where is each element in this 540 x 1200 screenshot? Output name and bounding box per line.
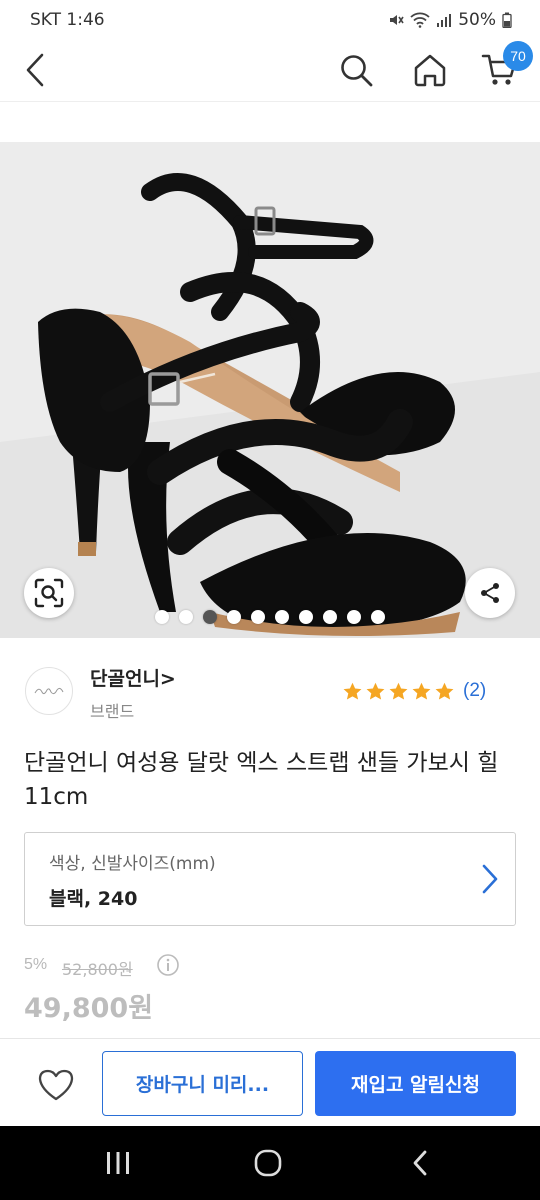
back-chevron-icon xyxy=(413,1150,427,1176)
carousel-dot-active[interactable] xyxy=(203,610,217,624)
brand-name-link[interactable]: 단골언니> xyxy=(90,664,176,691)
home-button[interactable] xyxy=(406,46,454,94)
system-home-button[interactable] xyxy=(238,1138,298,1188)
rating-summary[interactable]: (2) xyxy=(342,680,486,702)
recent-apps-button[interactable] xyxy=(88,1138,148,1188)
product-photo xyxy=(0,142,540,638)
brand-logo-mark xyxy=(34,687,64,695)
wifi-icon xyxy=(410,12,430,28)
recent-apps-icon xyxy=(107,1152,129,1174)
star-icon xyxy=(435,682,454,700)
rating-count: (2) xyxy=(463,680,487,701)
carousel-dot[interactable] xyxy=(251,610,265,624)
star-icon xyxy=(412,682,431,700)
add-to-cart-button[interactable]: 장바구니 미리... xyxy=(102,1051,303,1116)
bottom-action-bar: 장바구니 미리... 재입고 알림신청 xyxy=(0,1038,540,1126)
carousel-dot[interactable] xyxy=(323,610,337,624)
search-button[interactable] xyxy=(332,46,380,94)
carousel-dot[interactable] xyxy=(155,610,169,624)
status-icons: 50% xyxy=(388,10,512,30)
status-carrier-time: SKT 1:46 xyxy=(30,10,105,30)
option-label: 색상, 신발사이즈(mm) xyxy=(49,854,216,874)
system-nav-bar xyxy=(0,1126,540,1200)
battery-text: 50% xyxy=(458,10,496,30)
chevron-right-icon xyxy=(482,864,498,894)
brand-logo[interactable] xyxy=(25,667,73,715)
carousel-dot[interactable] xyxy=(227,610,241,624)
share-icon xyxy=(481,583,499,603)
carousel-dot[interactable] xyxy=(347,610,361,624)
brand-subtitle: 브랜드 xyxy=(90,702,135,721)
home-icon xyxy=(414,54,446,87)
sale-price: 49,800원 xyxy=(24,993,154,1024)
system-back-button[interactable] xyxy=(390,1138,450,1188)
restock-alert-button[interactable]: 재입고 알림신청 xyxy=(315,1051,516,1116)
home-circle-icon xyxy=(254,1149,282,1177)
carousel-dot[interactable] xyxy=(179,610,193,624)
original-price: 52,800원 xyxy=(62,960,133,979)
back-arrow-icon xyxy=(26,53,44,87)
back-button[interactable] xyxy=(12,46,60,94)
cart-count-badge: 70 xyxy=(503,41,533,71)
app-bar xyxy=(0,40,540,102)
mute-icon xyxy=(390,15,404,25)
star-icon xyxy=(343,682,362,700)
carousel-dot[interactable] xyxy=(371,610,385,624)
product-title: 단골언니 여성용 달랏 엑스 스트랩 샌들 가보시 힐 11cm xyxy=(24,750,499,810)
search-icon xyxy=(341,55,373,87)
product-image-carousel[interactable] xyxy=(0,142,540,638)
carousel-dot[interactable] xyxy=(275,610,289,624)
star-icon xyxy=(366,682,385,700)
signal-icon xyxy=(437,14,452,27)
option-value: 블랙, 240 xyxy=(49,888,138,910)
battery-icon xyxy=(502,12,512,28)
info-icon[interactable] xyxy=(156,953,180,977)
heart-icon xyxy=(38,1069,74,1101)
status-bar: SKT 1:46 50% xyxy=(0,0,540,40)
carousel-dot[interactable] xyxy=(299,610,313,624)
image-search-icon xyxy=(34,578,64,608)
wishlist-button[interactable] xyxy=(34,1063,78,1107)
discount-rate: 5% xyxy=(24,956,48,973)
star-icon xyxy=(389,682,408,700)
option-selector[interactable]: 색상, 신발사이즈(mm) 블랙, 240 xyxy=(24,832,516,926)
carousel-indicators xyxy=(0,610,540,626)
